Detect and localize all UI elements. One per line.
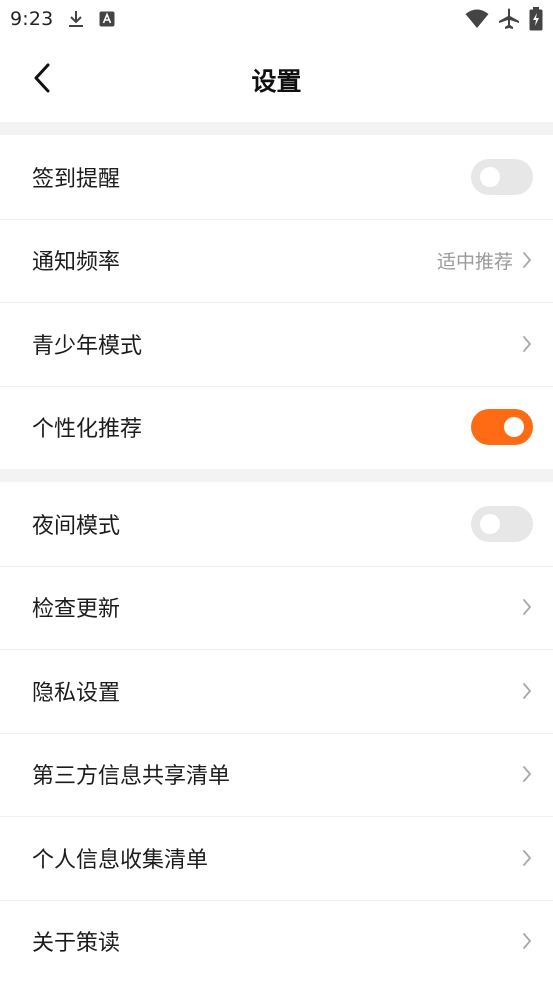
section-divider [0, 469, 553, 482]
toggle-knob [480, 513, 500, 534]
row-about[interactable]: 关于策读 [0, 899, 553, 984]
row-label: 个性化推荐 [32, 417, 143, 443]
battery-charging-icon [529, 7, 543, 31]
toggle-knob [480, 166, 500, 187]
night-mode-toggle[interactable] [471, 505, 533, 542]
notification-frequency-value: 适中推荐 [436, 250, 513, 273]
row-label: 签到提醒 [32, 166, 121, 192]
status-left: 9:23 [10, 8, 115, 30]
row-label: 通知频率 [32, 250, 121, 276]
chevron-right-icon [519, 681, 535, 701]
row-label: 个人信息收集清单 [32, 847, 209, 873]
status-bar: 9:23 [0, 0, 553, 38]
row-right: 适中推荐 [437, 247, 535, 274]
row-night-mode[interactable]: 夜间模式 [0, 482, 553, 566]
chevron-right-icon [519, 764, 535, 784]
row-label: 夜间模式 [32, 513, 121, 539]
row-privacy-settings[interactable]: 隐私设置 [0, 649, 553, 733]
row-third-party-sharing-list[interactable]: 第三方信息共享清单 [0, 732, 553, 817]
status-time: 9:23 [10, 8, 54, 30]
personalized-recommendation-toggle[interactable] [471, 409, 533, 446]
chevron-right-icon [519, 848, 535, 868]
status-right [465, 7, 543, 31]
airplane-mode-icon [497, 8, 521, 30]
chevron-right-icon [519, 334, 535, 354]
chevron-right-icon [519, 931, 535, 951]
keyboard-a-icon [99, 11, 115, 27]
chevron-right-icon [519, 597, 535, 617]
section-divider [0, 122, 553, 135]
row-youth-mode[interactable]: 青少年模式 [0, 302, 553, 386]
row-label: 检查更新 [32, 597, 121, 623]
row-check-update[interactable]: 检查更新 [0, 565, 553, 650]
checkin-reminder-toggle[interactable] [471, 158, 533, 195]
row-checkin-reminder[interactable]: 签到提醒 [0, 135, 553, 219]
settings-group-1: 签到提醒 通知频率 适中推荐 青少年模式 个性化推荐 [0, 135, 553, 469]
chevron-right-icon [519, 250, 535, 270]
wifi-icon [465, 9, 489, 29]
toggle-knob [504, 417, 524, 438]
back-arrow-icon [31, 63, 53, 97]
row-personalized-recommendation[interactable]: 个性化推荐 [0, 385, 553, 470]
page-title: 设置 [251, 67, 302, 96]
download-icon [67, 9, 85, 29]
row-label: 隐私设置 [32, 680, 121, 706]
header: 设置 [0, 38, 553, 122]
settings-group-2: 夜间模式 检查更新 隐私设置 第三方信息共享清单 个人信息收集清单 关于策读 [0, 482, 553, 983]
row-personal-info-collection-list[interactable]: 个人信息收集清单 [0, 816, 553, 900]
back-button[interactable] [22, 60, 62, 100]
row-notification-frequency[interactable]: 通知频率 适中推荐 [0, 218, 553, 303]
row-label: 关于策读 [32, 931, 121, 957]
row-label: 第三方信息共享清单 [32, 764, 231, 790]
row-label: 青少年模式 [32, 333, 143, 359]
